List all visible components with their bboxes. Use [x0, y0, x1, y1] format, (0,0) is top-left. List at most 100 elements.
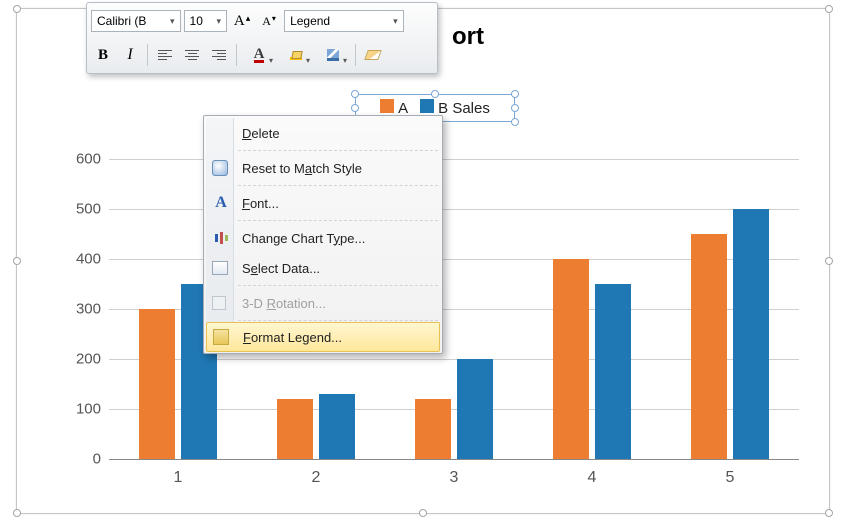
legend-label-b: B Sales: [438, 100, 490, 117]
rotate-3d-icon: [212, 296, 226, 310]
menu-item-change-chart-type[interactable]: Change Chart Type...: [206, 223, 440, 253]
legend-swatch-a: [380, 99, 394, 113]
font-color-button[interactable]: A▾: [242, 43, 276, 67]
bar-series-a[interactable]: [691, 234, 727, 459]
bar-series-a[interactable]: [553, 259, 589, 459]
resize-handle-right[interactable]: [825, 257, 833, 265]
menu-item-font[interactable]: A Font...: [206, 188, 440, 218]
legend-handle[interactable]: [351, 104, 359, 112]
font-size-value: 10: [190, 14, 214, 28]
clear-formatting-button[interactable]: [361, 43, 385, 67]
align-left-icon: [158, 50, 172, 60]
align-center-button[interactable]: [180, 43, 204, 67]
menu-item-format-legend[interactable]: Format Legend...: [206, 322, 440, 352]
menu-label: Change Chart Type...: [242, 231, 365, 246]
chevron-down-icon: ▾: [269, 56, 273, 65]
resize-handle-top-left[interactable]: [13, 5, 21, 13]
legend-handle[interactable]: [351, 90, 359, 98]
resize-handle-top-right[interactable]: [825, 5, 833, 13]
bar-series-b[interactable]: [457, 359, 493, 459]
y-axis-label: 400: [61, 251, 101, 268]
legend-handle[interactable]: [431, 90, 439, 98]
menu-separator: [238, 150, 438, 151]
font-icon: A: [212, 194, 230, 212]
bar-series-b[interactable]: [733, 209, 769, 459]
grow-font-icon: A▴: [234, 13, 250, 30]
x-axis-label: 3: [434, 469, 474, 487]
resize-handle-bottom[interactable]: [419, 509, 427, 517]
resize-handle-bottom-left[interactable]: [13, 509, 21, 517]
align-left-button[interactable]: [153, 43, 177, 67]
font-name-value: Calibri (B: [97, 14, 167, 28]
y-axis-label: 600: [61, 151, 101, 168]
menu-item-select-data[interactable]: Select Data...: [206, 253, 440, 283]
y-axis-label: 100: [61, 401, 101, 418]
menu-label: Reset to Match Style: [242, 161, 362, 176]
grow-font-button[interactable]: A▴: [230, 9, 254, 33]
x-axis-label: 4: [572, 469, 612, 487]
x-axis-label: 2: [296, 469, 336, 487]
y-axis-label: 500: [61, 201, 101, 218]
bar-series-b[interactable]: [595, 284, 631, 459]
italic-button[interactable]: I: [118, 43, 142, 67]
shrink-font-button[interactable]: A▾: [257, 9, 281, 33]
x-axis-label: 5: [710, 469, 750, 487]
shrink-font-icon: A▾: [262, 14, 276, 29]
legend-context-menu: Delete Reset to Match Style A Font... Ch…: [203, 115, 443, 354]
chart-type-icon: [212, 229, 230, 247]
select-data-icon: [212, 261, 228, 275]
eraser-icon: [364, 50, 382, 60]
italic-icon: I: [127, 46, 132, 64]
menu-separator: [238, 320, 438, 321]
chart-element-value: Legend: [290, 14, 390, 28]
legend-handle[interactable]: [511, 104, 519, 112]
font-color-icon: A: [254, 48, 265, 63]
y-axis-label: 200: [61, 351, 101, 368]
separator: [355, 44, 356, 66]
paint-bucket-icon: [290, 50, 302, 60]
chevron-down-icon: ▾: [343, 56, 347, 65]
font-size-combo[interactable]: 10 ▾: [184, 10, 228, 32]
chart-element-combo[interactable]: Legend ▾: [284, 10, 404, 32]
x-axis-label: 1: [158, 469, 198, 487]
outline-icon: [327, 49, 339, 61]
menu-item-reset-style[interactable]: Reset to Match Style: [206, 153, 440, 183]
mini-toolbar: Calibri (B ▾ 10 ▾ A▴ A▾ Legend ▾ B I A▾ …: [86, 2, 438, 74]
resize-handle-left[interactable]: [13, 257, 21, 265]
menu-label: Select Data...: [242, 261, 320, 276]
menu-label: Format Legend...: [243, 330, 342, 345]
bold-icon: B: [98, 47, 108, 64]
legend-handle[interactable]: [511, 90, 519, 98]
chart-title[interactable]: ort: [452, 23, 484, 51]
resize-handle-bottom-right[interactable]: [825, 509, 833, 517]
menu-label: Delete: [242, 126, 280, 141]
y-axis-label: 300: [61, 301, 101, 318]
font-name-combo[interactable]: Calibri (B ▾: [91, 10, 181, 32]
menu-label: 3-D Rotation...: [242, 296, 326, 311]
bar-series-b[interactable]: [319, 394, 355, 459]
bar-series-a[interactable]: [415, 399, 451, 459]
legend-handle[interactable]: [511, 118, 519, 126]
chevron-down-icon: ▾: [167, 16, 178, 27]
separator: [147, 44, 148, 66]
bar-series-a[interactable]: [277, 399, 313, 459]
align-center-icon: [185, 50, 199, 60]
chevron-down-icon: ▾: [214, 16, 225, 27]
menu-separator: [238, 285, 438, 286]
y-axis-label: 0: [61, 451, 101, 468]
bar-series-a[interactable]: [139, 309, 175, 459]
align-right-icon: [212, 50, 226, 60]
menu-item-delete[interactable]: Delete: [206, 118, 440, 148]
chevron-down-icon: ▾: [390, 16, 401, 27]
reset-style-icon: [212, 160, 228, 176]
menu-label: Font...: [242, 196, 279, 211]
gridline: [109, 459, 799, 460]
format-legend-icon: [213, 329, 229, 345]
outline-color-button[interactable]: ▾: [316, 43, 350, 67]
menu-separator: [238, 185, 438, 186]
align-right-button[interactable]: [207, 43, 231, 67]
legend-swatch-b: [420, 99, 434, 113]
fill-color-button[interactable]: ▾: [279, 43, 313, 67]
bold-button[interactable]: B: [91, 43, 115, 67]
menu-item-3d-rotation: 3-D Rotation...: [206, 288, 440, 318]
